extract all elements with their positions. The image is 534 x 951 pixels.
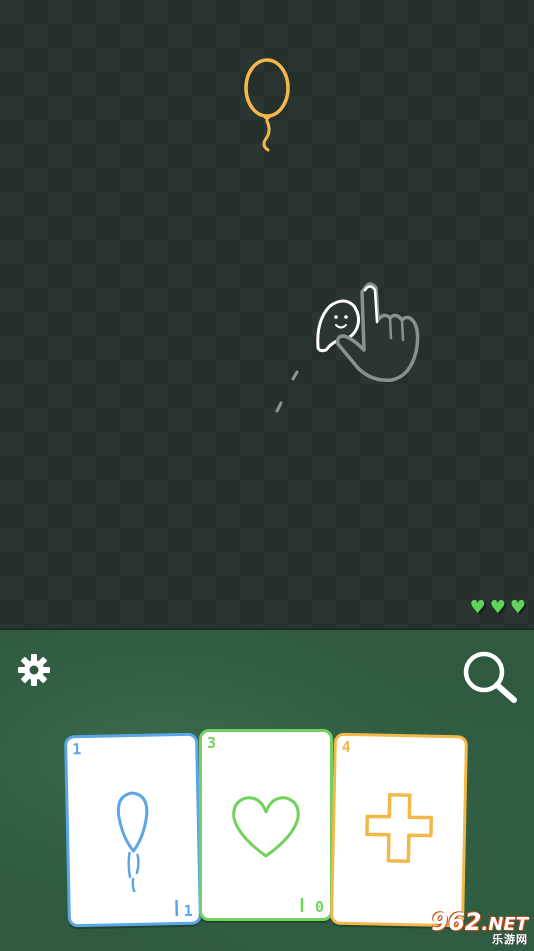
zoom-button[interactable] <box>458 648 522 706</box>
magnifier-icon <box>463 651 517 703</box>
balloon-icon[interactable] <box>244 58 290 152</box>
card-corner-value: 1 <box>183 901 193 920</box>
life-heart-icon: ♥ <box>489 597 506 618</box>
site-watermark: 962.NET 乐游网 <box>431 910 528 945</box>
life-heart-icon: ♥ <box>469 597 486 618</box>
gear-icon <box>18 654 50 686</box>
heart-card-icon <box>232 796 304 912</box>
watermark-main: 962 <box>431 908 482 936</box>
card-corner-value: 0 <box>314 898 324 916</box>
lives-indicator: ♥ ♥ ♥ <box>470 598 526 618</box>
board-drawing <box>244 58 420 413</box>
watermark-ext: .NET <box>481 914 528 935</box>
life-heart-icon: ♥ <box>509 597 526 618</box>
settings-button[interactable] <box>14 650 54 690</box>
card-cost: 4 <box>341 737 351 756</box>
card-cost: 1 <box>72 740 82 759</box>
balloon-card-icon <box>116 791 179 917</box>
plus-card-icon <box>365 793 434 863</box>
card-plus[interactable]: 4 <box>330 732 468 928</box>
card-heart[interactable]: 3 0 <box>199 729 333 921</box>
card-balloon[interactable]: 1 1 <box>64 732 202 928</box>
game-board[interactable]: ♥ ♥ ♥ <box>0 0 534 628</box>
trajectory-marks <box>275 370 299 413</box>
card-cost: 3 <box>207 734 217 752</box>
